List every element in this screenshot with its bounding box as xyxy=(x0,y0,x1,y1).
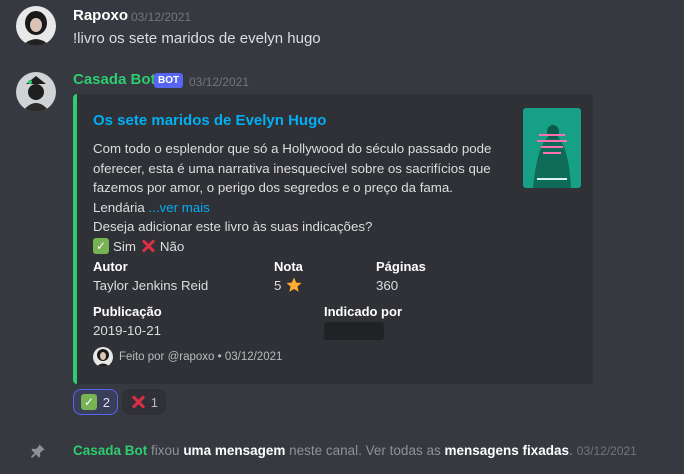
message-text: !livro os sete maridos de evelyn hugo xyxy=(73,30,321,47)
field-published-name: Publicação xyxy=(93,304,162,319)
field-recommended-name: Indicado por xyxy=(324,304,402,319)
embed-options: ✓ Sim Não xyxy=(93,237,503,257)
field-rating-name: Nota xyxy=(274,259,303,274)
book-cover-image xyxy=(523,108,581,188)
recommended-value-redacted xyxy=(324,322,384,340)
cross-mark-icon xyxy=(140,238,156,254)
pin-middle-text: neste canal. Ver todas as xyxy=(285,443,445,458)
pin-message-text: Casada Bot fixou uma mensagem neste cana… xyxy=(73,443,637,458)
pin-end: . xyxy=(569,443,573,458)
footer-text: Feito por @rapoxo • 03/12/2021 xyxy=(119,351,283,363)
bot-avatar[interactable] xyxy=(16,72,56,112)
message-timestamp: 03/12/2021 xyxy=(189,75,250,89)
footer-avatar-image xyxy=(93,347,113,367)
embed-title[interactable]: Os sete maridos de Evelyn Hugo xyxy=(93,112,326,129)
pin-actor[interactable]: Casada Bot xyxy=(73,443,147,458)
rating-number: 5 xyxy=(274,277,282,293)
user-avatar-image xyxy=(16,6,56,46)
footer-avatar xyxy=(93,347,113,367)
cross-mark-icon xyxy=(130,394,145,410)
yes-label: Sim xyxy=(113,238,136,254)
description-text: Lendária xyxy=(93,199,145,215)
check-mark-icon: ✓ xyxy=(81,394,97,410)
read-more-link[interactable]: ...ver mais xyxy=(148,200,209,215)
embed-description: Com todo o esplendor que só a Hollywood … xyxy=(93,139,503,256)
field-pages-name: Páginas xyxy=(376,259,426,274)
bot-tag: BOT xyxy=(154,73,184,88)
username[interactable]: Rapoxo xyxy=(73,7,128,24)
book-embed: Os sete maridos de Evelyn Hugo Com todo … xyxy=(73,94,593,384)
star-icon xyxy=(286,277,302,292)
pin-system-message: Casada Bot fixou uma mensagem neste cana… xyxy=(0,440,684,464)
bot-avatar-image xyxy=(16,72,56,112)
no-label: Não xyxy=(159,238,185,254)
embed-footer: Feito por @rapoxo • 03/12/2021 xyxy=(93,347,282,367)
username[interactable]: Casada Bot xyxy=(73,71,156,88)
pinned-message-link[interactable]: uma mensagem xyxy=(183,443,285,458)
pin-verb: fixou xyxy=(147,443,184,458)
description-line: oferecer, esta é uma narrativa inesquecí… xyxy=(93,160,491,176)
description-line-last: Lendária ...ver mais xyxy=(93,198,503,218)
field-rating-value: 5 xyxy=(274,276,303,294)
book-cover-thumbnail[interactable] xyxy=(523,108,581,188)
message-timestamp: 03/12/2021 xyxy=(131,10,192,24)
pin-timestamp: 03/12/2021 xyxy=(576,444,637,458)
description-line: Com todo o esplendor que só a Hollywood … xyxy=(93,141,492,156)
reaction-cross[interactable]: 1 xyxy=(122,389,166,415)
reaction-count: 2 xyxy=(102,394,110,410)
pinned-messages-link[interactable]: mensagens fixadas xyxy=(444,443,569,458)
message-rapoxo: Rapoxo 03/12/2021 !livro os sete maridos… xyxy=(0,0,684,60)
embed-question: Deseja adicionar este livro às suas indi… xyxy=(93,219,373,234)
user-avatar[interactable] xyxy=(16,6,56,46)
reaction-count: 1 xyxy=(150,394,158,410)
reaction-check[interactable]: ✓ 2 xyxy=(73,389,118,415)
pin-icon xyxy=(30,443,46,462)
field-pages-value: 360 xyxy=(376,278,399,293)
field-author-name: Autor xyxy=(93,259,128,274)
check-mark-icon: ✓ xyxy=(93,238,109,255)
description-line: fazemos por amor, o perigo dos segredos … xyxy=(93,180,453,195)
field-author-value: Taylor Jenkins Reid xyxy=(93,278,209,293)
field-published-value: 2019-10-21 xyxy=(93,323,162,338)
